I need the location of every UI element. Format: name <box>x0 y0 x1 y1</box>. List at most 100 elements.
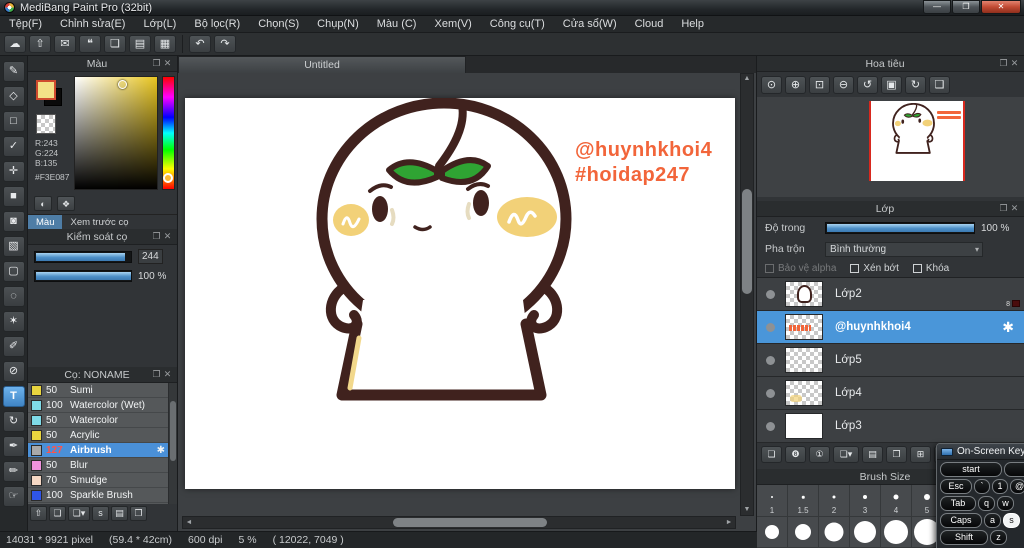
brush-size-preset[interactable] <box>881 517 912 548</box>
tool-magic-wand[interactable]: ✶ <box>2 311 25 332</box>
tool-dot-pen[interactable]: ✓ <box>2 136 25 157</box>
brush-size-preset[interactable] <box>757 517 788 548</box>
navigator-preview-area[interactable] <box>757 97 1024 197</box>
key-caps[interactable]: Caps <box>940 513 982 528</box>
comment-button[interactable]: ✉ <box>54 35 76 53</box>
key-s[interactable]: s <box>1003 513 1020 528</box>
cloud-button[interactable]: ☁ <box>4 35 26 53</box>
reset-view-button[interactable]: ▣ <box>881 75 902 94</box>
canvas[interactable]: @huynhkhoi4 #hoidap247 <box>185 97 735 489</box>
chat-button[interactable]: ❝ <box>79 35 101 53</box>
layer-row[interactable]: Lớp5 <box>757 344 1024 377</box>
zoom-actual-button[interactable]: ⊙ <box>761 75 782 94</box>
fit-screen-button[interactable]: ⊡ <box>809 75 830 94</box>
key-q[interactable]: q <box>978 496 995 511</box>
tool-brush[interactable]: ✎ <box>2 61 25 82</box>
new-layer-button[interactable]: ❏ <box>761 445 782 463</box>
close-icon[interactable]: ✕ <box>1009 203 1020 214</box>
layer-settings-icon[interactable]: ✱ <box>1002 319 1014 336</box>
zoom-out-button[interactable]: ⊖ <box>833 75 854 94</box>
popout-icon[interactable]: ❐ <box>998 203 1009 214</box>
tool-select-pen[interactable]: ✐ <box>2 336 25 357</box>
brush-item[interactable]: 50 Blur <box>28 458 177 473</box>
brush-settings-icon[interactable]: ✱ <box>157 445 165 456</box>
menu-cloud[interactable]: Cloud <box>626 16 673 33</box>
menu-layer[interactable]: Lớp(L) <box>134 16 185 33</box>
brush-size-preset[interactable]: 2 <box>819 485 850 517</box>
rotate-right-button[interactable]: ↻ <box>905 75 926 94</box>
menu-filter[interactable]: Bộ lọc(R) <box>185 16 249 33</box>
document-tab[interactable]: Untitled <box>178 56 466 73</box>
new-8bit-layer-button[interactable]: ❽ <box>785 445 806 463</box>
layer-row[interactable]: Lớp4 <box>757 377 1024 410</box>
add-layer-menu-button[interactable]: ❏▾ <box>833 445 859 463</box>
layer-visibility-dot[interactable] <box>766 355 775 365</box>
menu-file[interactable]: Tệp(F) <box>0 16 51 33</box>
clipping-checkbox[interactable]: Xén bớt <box>850 263 899 274</box>
close-icon[interactable]: ✕ <box>1009 58 1020 69</box>
tool-eraser[interactable]: ◇ <box>2 86 25 107</box>
panel-list-button[interactable]: ▤ <box>129 35 151 53</box>
menu-view[interactable]: Xem(V) <box>425 16 480 33</box>
merge-layer-button[interactable]: ⊞ <box>910 445 931 463</box>
lock-checkbox[interactable]: Khóa <box>912 263 949 274</box>
close-button[interactable]: ✕ <box>981 0 1021 14</box>
brush-item-selected[interactable]: 127 Airbrush ✱ <box>28 443 177 458</box>
blend-mode-select[interactable]: Bình thường ▾ <box>825 241 983 257</box>
key-z[interactable]: z <box>990 530 1007 545</box>
brush-upload-button[interactable]: ⇧ <box>30 506 47 521</box>
protect-alpha-checkbox[interactable]: Bảo vệ alpha <box>765 263 836 274</box>
script-brush-button[interactable]: s <box>92 506 109 521</box>
menu-window[interactable]: Cửa sổ(W) <box>554 16 626 33</box>
tool-fill-rect[interactable]: ■ <box>2 186 25 207</box>
add-brush-menu-button[interactable]: ❏▾ <box>68 506 90 521</box>
transparent-color-swatch[interactable] <box>36 114 56 134</box>
popout-icon[interactable]: ❐ <box>998 58 1009 69</box>
brush-list-scrollbar[interactable] <box>168 383 177 504</box>
scroll-up-arrow[interactable]: ▲ <box>741 74 753 84</box>
publish-button[interactable]: ⇧ <box>29 35 51 53</box>
popout-icon[interactable]: ❐ <box>151 231 162 242</box>
foreground-color-swatch[interactable] <box>36 80 56 100</box>
menu-color[interactable]: Màu (C) <box>368 16 426 33</box>
layer-row[interactable]: Lớp2 8 <box>757 278 1024 311</box>
brush-item[interactable]: 70 Smudge <box>28 473 177 488</box>
panel-settings-button[interactable]: ▦ <box>154 35 176 53</box>
key-backtick[interactable]: ` <box>974 479 990 494</box>
redo-button[interactable]: ↷ <box>214 35 236 53</box>
tool-bucket[interactable]: ◙ <box>2 211 25 232</box>
tab-brush-preview[interactable]: Xem trước cọ <box>62 215 136 229</box>
layer-folder-button[interactable]: ▤ <box>862 445 883 463</box>
tool-gradient[interactable]: ▧ <box>2 236 25 257</box>
brush-size-preset[interactable] <box>819 517 850 548</box>
layer-visibility-dot[interactable] <box>766 322 775 332</box>
key-2[interactable]: @ <box>1010 479 1024 494</box>
brush-size-slider[interactable] <box>34 250 132 263</box>
layer-visibility-dot[interactable] <box>766 388 775 398</box>
brush-size-preset[interactable] <box>850 517 881 548</box>
scroll-right-arrow[interactable]: ► <box>725 517 733 529</box>
key-esc[interactable]: Esc <box>940 479 972 494</box>
minimize-button[interactable]: — <box>923 0 951 14</box>
saturation-picker[interactable] <box>117 80 127 89</box>
brush-item[interactable]: 50 Acrylic <box>28 428 177 443</box>
keyboard-title-bar[interactable]: On-Screen Keybo <box>937 444 1024 460</box>
menu-tools[interactable]: Công cụ(T) <box>481 16 554 33</box>
swap-colors-button[interactable]: ❖ <box>57 196 75 211</box>
canvas-vertical-scrollbar[interactable]: ▲ ▼ <box>740 73 754 516</box>
menu-help[interactable]: Help <box>672 16 713 33</box>
hue-bar[interactable] <box>162 76 175 190</box>
scrollbar-thumb[interactable] <box>170 401 176 461</box>
canvas-horizontal-scrollbar[interactable]: ◄ ► <box>182 516 736 529</box>
scrollbar-thumb[interactable] <box>392 518 548 527</box>
scrollbar-thumb[interactable] <box>742 189 752 294</box>
close-icon[interactable]: ✕ <box>162 58 173 69</box>
popout-icon[interactable]: ❐ <box>151 369 162 380</box>
brush-item[interactable]: 100 Sparkle Brush <box>28 488 177 503</box>
maximize-button[interactable]: ❐ <box>952 0 980 14</box>
key-1[interactable]: 1 <box>992 479 1008 494</box>
layer-row[interactable]: Lớp3 <box>757 410 1024 443</box>
tool-eyedropper[interactable]: ✒ <box>2 436 25 457</box>
tool-text[interactable]: T <box>2 386 25 407</box>
undo-button[interactable]: ↶ <box>189 35 211 53</box>
